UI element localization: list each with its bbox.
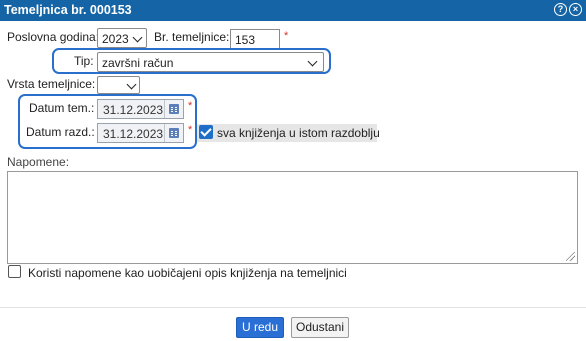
cancel-button[interactable]: Odustani	[291, 317, 349, 338]
title-bar: Temeljnica br. 000153 ? ×	[0, 0, 586, 21]
ok-button[interactable]: U redu	[236, 317, 284, 338]
year-select[interactable]: 2023	[97, 28, 147, 48]
notes-textarea[interactable]	[7, 171, 578, 264]
window-title: Temeljnica br. 000153	[4, 3, 132, 17]
year-select-value: 2023	[102, 32, 129, 46]
type-select-value: završni račun	[102, 56, 174, 70]
close-icon[interactable]: ×	[569, 3, 582, 16]
due-date-label: Datum razd.:	[26, 125, 95, 139]
due-date-divider	[164, 124, 165, 142]
required-mark: *	[188, 124, 193, 136]
kind-label: Vrsta temeljnice:	[7, 77, 96, 91]
required-mark: *	[284, 30, 289, 42]
date-label: Datum tem.:	[29, 101, 95, 115]
use-notes-label: Koristi napomene kao uobičajeni opis knj…	[28, 266, 347, 280]
chevron-down-icon	[126, 79, 137, 90]
number-input[interactable]: 153	[230, 29, 280, 49]
same-period-label: sva knjiženja u istom razdoblju	[217, 126, 380, 140]
help-icon[interactable]: ?	[554, 3, 567, 16]
calendar-icon[interactable]	[169, 104, 179, 114]
footer-divider	[0, 307, 586, 308]
notes-label: Napomene:	[7, 155, 70, 169]
calendar-icon[interactable]	[169, 128, 179, 138]
resize-grip-icon[interactable]	[566, 252, 575, 261]
same-period-checkbox[interactable]	[199, 125, 213, 139]
same-period-option[interactable]: sva knjiženja u istom razdoblju	[197, 124, 380, 142]
type-select[interactable]: završni račun	[97, 52, 324, 72]
chevron-down-icon	[307, 56, 318, 67]
required-mark: *	[188, 100, 193, 112]
type-label: Tip:	[74, 54, 94, 68]
kind-select[interactable]	[97, 76, 140, 94]
chevron-down-icon	[132, 32, 143, 43]
due-date-input[interactable]: 31.12.2023	[97, 123, 184, 143]
number-label: Br. temeljnice:	[154, 30, 230, 44]
date-input-value: 31.12.2023	[103, 103, 164, 117]
date-divider	[164, 100, 165, 118]
date-input[interactable]: 31.12.2023	[97, 99, 184, 119]
due-date-input-value: 31.12.2023	[103, 127, 164, 141]
year-label: Poslovna godina:	[7, 30, 100, 44]
number-input-value: 153	[235, 33, 256, 47]
use-notes-checkbox[interactable]	[8, 265, 21, 278]
